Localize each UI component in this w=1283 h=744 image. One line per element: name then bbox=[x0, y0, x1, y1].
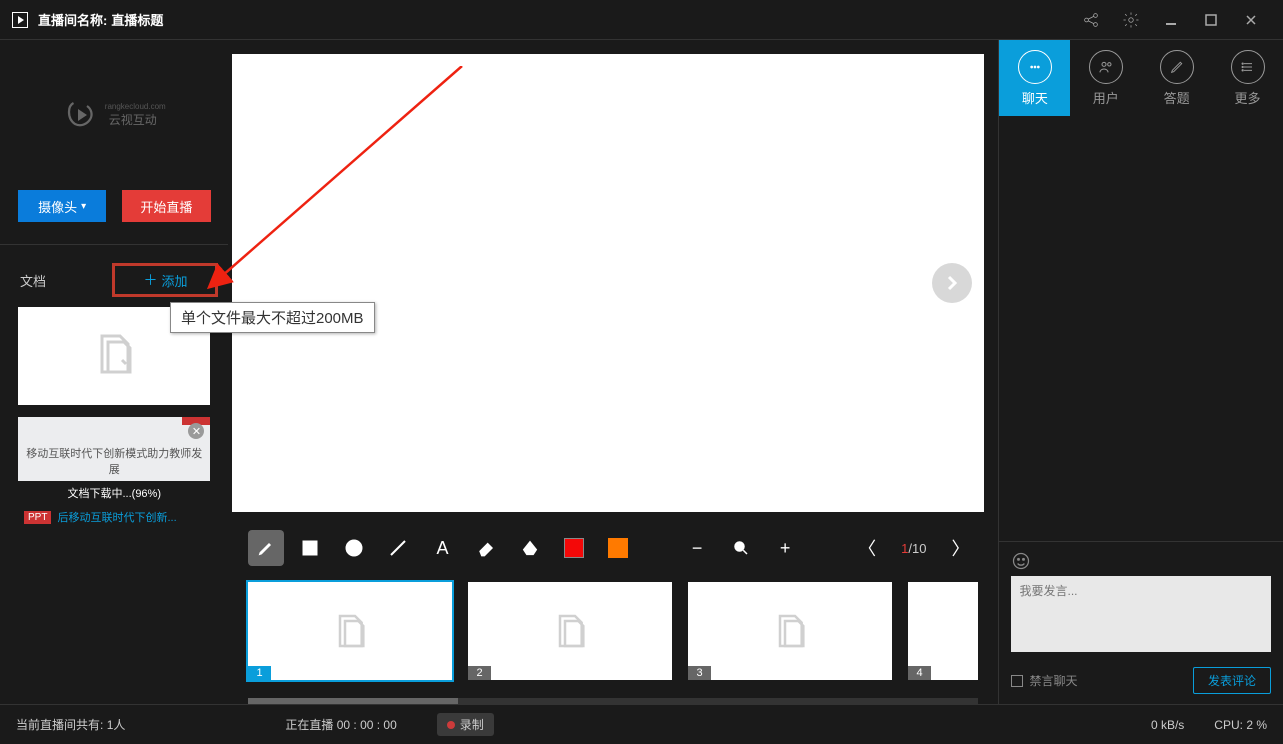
settings-icon[interactable] bbox=[1111, 0, 1151, 40]
slide-thumb[interactable]: 2 bbox=[468, 582, 672, 680]
document-icon bbox=[90, 330, 138, 383]
slide-number: 2 bbox=[468, 666, 490, 680]
brand-logo: rangkecloud.com 云视互动 bbox=[0, 40, 228, 190]
color-orange[interactable] bbox=[600, 530, 636, 566]
emoji-button[interactable] bbox=[1011, 551, 1031, 576]
record-icon bbox=[447, 721, 455, 729]
chat-input[interactable] bbox=[1011, 576, 1271, 652]
camera-button[interactable]: 摄像头▾ bbox=[18, 190, 106, 222]
doc-desc: 移动互联时代下创新模式助力教师发展 bbox=[18, 417, 210, 481]
minimize-button[interactable] bbox=[1151, 0, 1191, 40]
square-tool[interactable] bbox=[292, 530, 328, 566]
slide-number: 3 bbox=[688, 666, 710, 680]
clear-tool[interactable] bbox=[512, 530, 548, 566]
zoom-fit-button[interactable] bbox=[723, 530, 759, 566]
title-value: 直播标题 bbox=[111, 10, 163, 29]
live-status: 正在直播 00 : 00 : 00 bbox=[285, 716, 396, 733]
title-label: 直播间名称: bbox=[38, 10, 107, 29]
network-speed: 0 kB/s bbox=[1151, 718, 1184, 732]
plus-icon: ＋ bbox=[143, 270, 157, 290]
slide-number: 1 bbox=[248, 666, 270, 680]
prev-page-button[interactable]: 〈 bbox=[849, 530, 885, 566]
record-button[interactable]: 录制 bbox=[437, 713, 494, 736]
send-button[interactable]: 发表评论 bbox=[1193, 667, 1271, 694]
page-indicator: 1/10 bbox=[901, 541, 926, 556]
maximize-button[interactable] bbox=[1191, 0, 1231, 40]
zoom-out-button[interactable]: − bbox=[679, 530, 715, 566]
next-slide-button[interactable] bbox=[932, 263, 972, 303]
mute-chat-checkbox[interactable]: 禁言聊天 bbox=[1011, 672, 1077, 689]
slide-thumb[interactable]: 4 bbox=[908, 582, 978, 680]
add-document-button[interactable]: ＋添加 bbox=[112, 263, 218, 297]
eraser-tool[interactable] bbox=[468, 530, 504, 566]
viewer-count: 当前直播间共有: 1人 bbox=[16, 716, 125, 733]
tab-more[interactable]: 更多 bbox=[1212, 40, 1283, 116]
share-icon[interactable] bbox=[1071, 0, 1111, 40]
color-red[interactable] bbox=[556, 530, 592, 566]
doc-title: 后移动互联时代下创新... bbox=[57, 509, 176, 525]
slide-thumbnails: 1 2 3 4 bbox=[228, 576, 998, 696]
zoom-in-button[interactable]: + bbox=[767, 530, 803, 566]
slide-thumb[interactable]: 3 bbox=[688, 582, 892, 680]
line-tool[interactable] bbox=[380, 530, 416, 566]
doc-format-tag: PPT bbox=[24, 511, 51, 524]
docs-label: 文档 bbox=[20, 271, 46, 290]
next-page-button[interactable]: 〉 bbox=[942, 530, 978, 566]
filesize-tooltip: 单个文件最大不超过200MB bbox=[170, 302, 375, 333]
start-live-button[interactable]: 开始直播 bbox=[122, 190, 210, 222]
circle-tool[interactable] bbox=[336, 530, 372, 566]
slide-thumb[interactable]: 1 bbox=[248, 582, 452, 680]
cpu-usage: CPU: 2 % bbox=[1214, 718, 1267, 732]
text-tool[interactable]: A bbox=[424, 530, 460, 566]
thumb-scrollbar[interactable] bbox=[248, 698, 978, 704]
caret-down-icon: ▾ bbox=[81, 201, 86, 212]
doc-progress: 文档下载中...(96%) bbox=[18, 481, 210, 505]
slide-preview bbox=[232, 54, 984, 512]
annotation-toolbar: A − + 〈 1/10 〉 bbox=[228, 520, 998, 576]
tab-chat[interactable]: 聊天 bbox=[999, 40, 1070, 116]
tab-user[interactable]: 用户 bbox=[1070, 40, 1141, 116]
slide-number: 4 bbox=[908, 666, 930, 680]
chat-messages bbox=[999, 116, 1283, 541]
app-icon bbox=[12, 12, 28, 28]
tab-quiz[interactable]: 答题 bbox=[1141, 40, 1212, 116]
close-button[interactable] bbox=[1231, 0, 1271, 40]
document-thumb-downloading[interactable]: ✕ 移动互联时代下创新模式助力教师发展 文档下载中...(96%) PPT 后移… bbox=[18, 417, 210, 529]
pencil-tool[interactable] bbox=[248, 530, 284, 566]
